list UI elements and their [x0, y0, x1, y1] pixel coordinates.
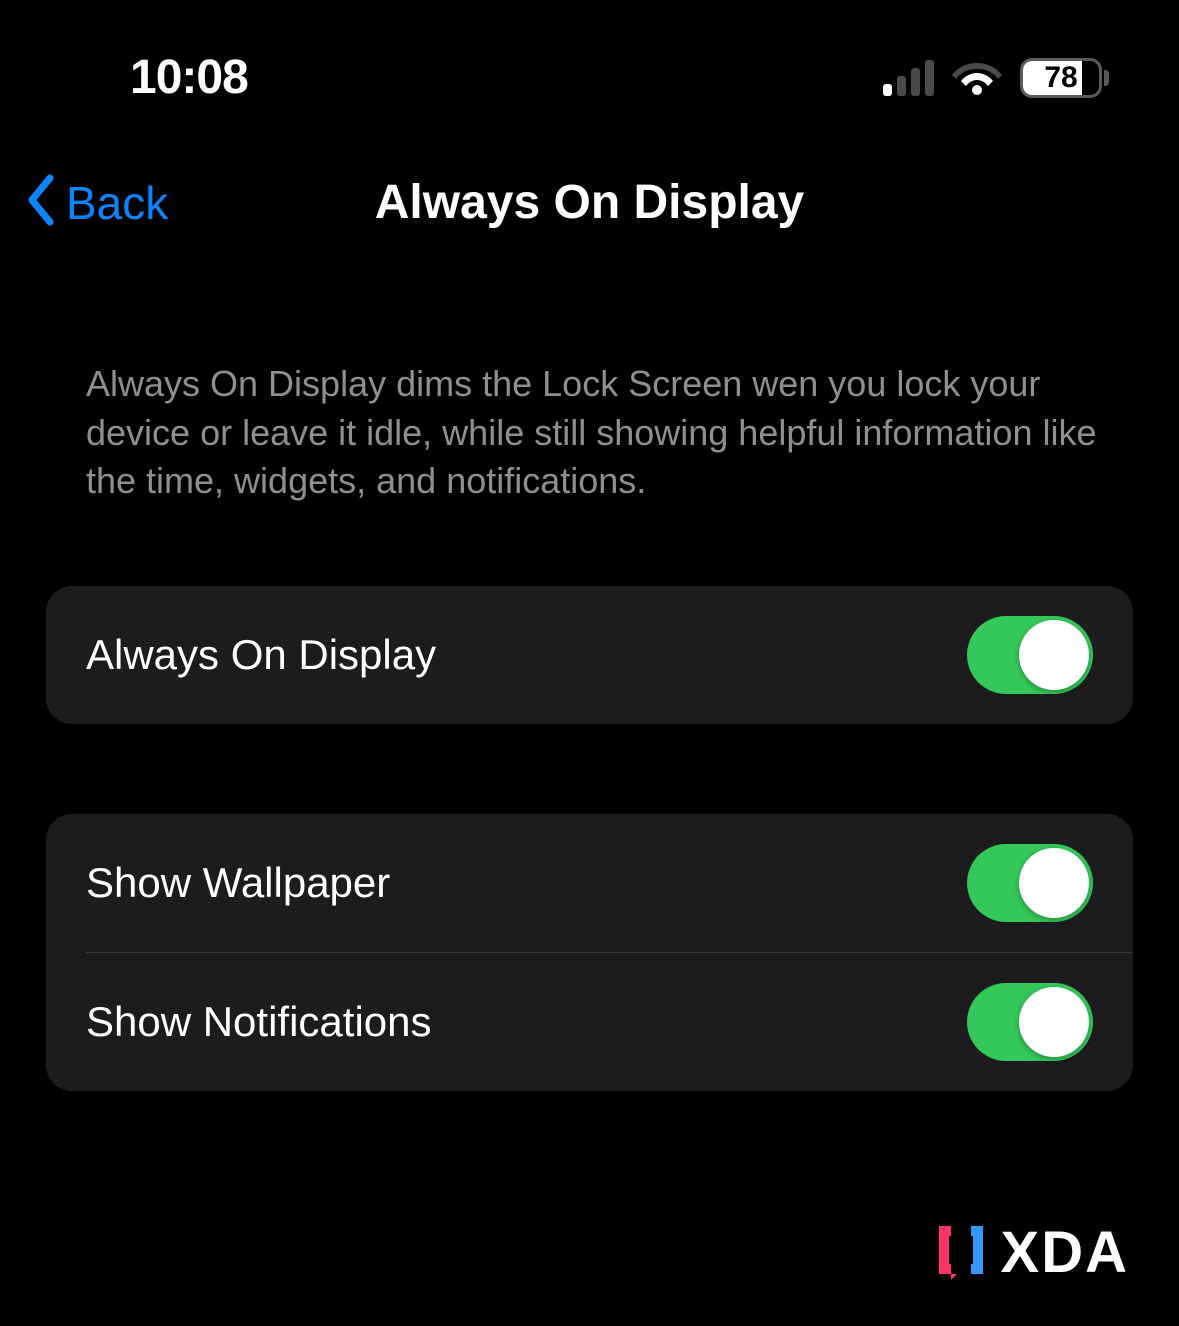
watermark: XDA: [931, 1219, 1129, 1286]
status-time: 10:08: [130, 50, 248, 105]
setting-label: Always On Display: [86, 631, 436, 679]
nav-bar: Back Always On Display: [0, 125, 1179, 260]
toggle-show-wallpaper[interactable]: [967, 844, 1093, 922]
settings-group-options: Show Wallpaper Show Notifications: [46, 814, 1133, 1091]
status-bar: 10:08 78: [0, 0, 1179, 125]
setting-row-show-wallpaper: Show Wallpaper: [46, 814, 1133, 952]
page-title: Always On Display: [30, 175, 1149, 230]
setting-label: Show Notifications: [86, 998, 432, 1046]
cellular-icon: [883, 60, 934, 96]
back-button[interactable]: Back: [24, 174, 168, 231]
xda-logo-icon: [931, 1220, 991, 1285]
setting-row-always-on-display: Always On Display: [46, 586, 1133, 724]
status-indicators: 78: [883, 55, 1109, 100]
battery-icon: 78: [1020, 58, 1109, 98]
description-text: Always On Display dims the Lock Screen w…: [0, 260, 1179, 556]
battery-percent: 78: [1044, 61, 1077, 95]
toggle-show-notifications[interactable]: [967, 983, 1093, 1061]
chevron-left-icon: [24, 174, 58, 231]
setting-row-show-notifications: Show Notifications: [86, 952, 1133, 1091]
settings-group-main: Always On Display: [46, 586, 1133, 724]
wifi-icon: [952, 55, 1002, 100]
back-label: Back: [66, 176, 168, 230]
setting-label: Show Wallpaper: [86, 859, 390, 907]
watermark-text: XDA: [1001, 1219, 1129, 1286]
toggle-always-on-display[interactable]: [967, 616, 1093, 694]
